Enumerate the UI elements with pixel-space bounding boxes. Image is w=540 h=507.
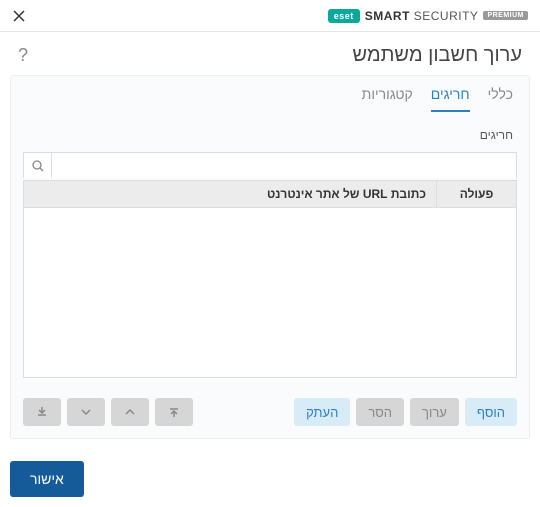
brand-premium: PREMIUM [483, 11, 528, 20]
tab-bar: כללי חריגים קטגוריות [11, 76, 529, 112]
move-bottom-button[interactable] [23, 398, 61, 426]
move-top-button[interactable] [155, 398, 193, 426]
search-input[interactable] [51, 152, 517, 178]
close-button[interactable] [12, 9, 26, 23]
page-title: ערוך חשבון משתמש [352, 44, 522, 67]
content-panel: כללי חריגים קטגוריות חריגים פעולה כתובת … [10, 75, 530, 439]
copy-button[interactable]: העתק [294, 398, 350, 426]
table-body [23, 208, 517, 378]
ok-button[interactable]: אישור [10, 461, 84, 497]
edit-button[interactable]: ערוך [410, 398, 459, 426]
tab-categories[interactable]: קטגוריות [362, 86, 413, 112]
col-url: כתובת URL של אתר אינטרנט [24, 181, 436, 207]
col-action: פעולה [436, 181, 516, 207]
brand-text: SMART SECURITY [365, 9, 479, 23]
brand-badge: eset [328, 9, 360, 23]
tab-exceptions[interactable]: חריגים [431, 86, 470, 112]
move-up-button[interactable] [111, 398, 149, 426]
brand-area: eset SMART SECURITY PREMIUM [328, 9, 528, 23]
tab-general[interactable]: כללי [488, 86, 513, 112]
add-button[interactable]: הוסף [465, 398, 517, 426]
move-down-button[interactable] [67, 398, 105, 426]
help-icon[interactable]: ? [18, 45, 28, 66]
remove-button[interactable]: הסר [356, 398, 404, 426]
table-header: פעולה כתובת URL של אתר אינטרנט [23, 180, 517, 208]
search-button[interactable] [23, 152, 51, 178]
section-label: חריגים [11, 112, 529, 152]
